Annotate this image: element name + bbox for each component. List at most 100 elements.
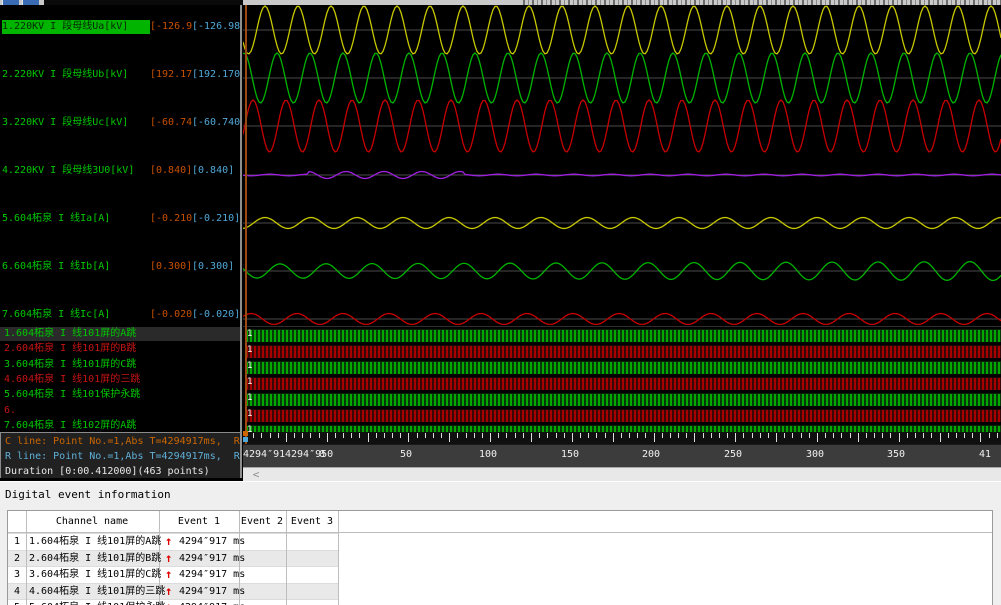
analog-channel-row[interactable]: 6.604柘泉 I 线Ib[A][0.300][0.300]	[2, 260, 242, 274]
analog-channel-row[interactable]: 7.604柘泉 I 线Ic[A][-0.020][-0.020]	[2, 308, 242, 322]
table-row[interactable]: 33.604柘泉 I 线101屏的C跳↑4294″917 ms	[8, 566, 993, 583]
digital-channel-row[interactable]: 6.	[0, 404, 242, 418]
analog-channel-row[interactable]: 5.604柘泉 I 线Ia[A][-0.210][-0.210]	[2, 212, 242, 226]
table-row[interactable]: 4 4.604柘泉 I 线101屏的三跳↑ 4294″917 ms	[8, 583, 993, 600]
ruler-tick	[376, 433, 377, 438]
digital-channel-row[interactable]: 1.604柘泉 I 线101屏的A跳	[0, 327, 242, 341]
window-top-strip	[0, 0, 1001, 5]
cursor-status-panel: C line: Point No.=1,Abs T=4294917ms, Rel…	[0, 432, 242, 478]
ruler-tick	[882, 433, 883, 438]
c-cursor-marker[interactable]	[243, 431, 248, 436]
analog-channel-label: 1.220KV I 段母线Ua[kV]	[2, 20, 150, 34]
digital-state-value: 1	[247, 345, 252, 356]
toolbar-icon-1[interactable]	[2, 0, 19, 5]
ruler-tick	[735, 433, 736, 442]
digital-channel-row[interactable]: 4.604柘泉 I 线101屏的三跳	[0, 373, 242, 387]
ruler-tick	[654, 433, 655, 442]
digital-state-value: 1	[247, 377, 252, 388]
analog-value-2: [0.840]	[192, 164, 242, 178]
ruler-tick	[645, 433, 646, 438]
waveform-display-panel[interactable]: 1111111 4294″9144294″9500501001502002503…	[243, 5, 1001, 467]
event-info-section: Digital event information Channel nameEv…	[0, 481, 1001, 605]
ruler-tick	[866, 433, 867, 438]
analog-channel-label: 4.220KV I 段母线3U0[kV]	[2, 164, 150, 178]
analog-channel-label: 2.220KV I 段母线Ub[kV]	[2, 68, 150, 82]
ruler-tick	[449, 433, 450, 442]
table-row[interactable]: 22.604柘泉 I 线101屏的B跳↑4294″917 ms	[8, 550, 993, 567]
ruler-tick	[858, 433, 859, 442]
toolbar-icon-2[interactable]	[22, 0, 39, 5]
r-line-status: R line: Point No.=1,Abs T=4294917ms, Rel…	[5, 450, 242, 463]
ruler-tick	[694, 433, 695, 442]
ruler-tick	[433, 433, 434, 438]
ruler-tick	[621, 433, 622, 438]
wave-analysis-app: 1.220KV I 段母线Ua[kV][-126.980][-126.980] 2…	[0, 0, 1001, 605]
digital-channel-row[interactable]: 2.604柘泉 I 线101屏的B跳	[0, 342, 242, 356]
analog-value-2: [0.300]	[192, 260, 242, 274]
event-rising-arrow-icon: ↑	[165, 533, 172, 549]
analog-digital-separator	[243, 326, 1001, 327]
ruler-tick	[833, 433, 834, 438]
analog-channel-label: 5.604柘泉 I 线Ia[A]	[2, 212, 150, 226]
table-cell-event1-time: 4294″917 ms	[179, 584, 245, 600]
analog-value-1: [-60.740]	[150, 116, 192, 130]
table-cell-channel-name: 4.604柘泉 I 线101屏的三跳	[29, 584, 165, 600]
cursor-line[interactable]	[245, 5, 247, 444]
r-cursor-marker[interactable]	[243, 437, 248, 442]
ruler-tick	[572, 433, 573, 442]
ruler-tick	[923, 433, 924, 438]
table-row[interactable]: 11.604柘泉 I 线101屏的A跳↑4294″917 ms	[8, 533, 993, 550]
table-cell-rownum: 1	[14, 534, 20, 550]
analog-waveforms	[243, 5, 1001, 325]
digital-state-bar: 1	[246, 361, 1001, 374]
event-section-title: Digital event information	[5, 488, 171, 501]
ruler-tick	[523, 433, 524, 438]
table-cell-rownum: 4	[14, 584, 20, 600]
analog-channel-row[interactable]: 3.220KV I 段母线Uc[kV][-60.740][-60.740]	[2, 116, 242, 130]
table-row[interactable]: 55.604柘泉 I 线101保护永跳↑4294″917 ms	[8, 599, 993, 605]
time-axis-label: 100	[479, 449, 497, 460]
analog-value-2: [-0.210]	[192, 212, 242, 226]
ruler-tick	[670, 433, 671, 438]
ruler-tick	[678, 433, 679, 438]
ruler-tick	[719, 433, 720, 438]
digital-channel-row[interactable]: 7.604柘泉 I 线102屏的A跳	[0, 419, 242, 433]
ruler-tick	[286, 433, 287, 442]
c-line-status: C line: Point No.=1,Abs T=4294917ms, Rel…	[5, 435, 242, 448]
ruler-tick	[359, 433, 360, 438]
time-axis-label: 4294″950	[285, 449, 333, 460]
digital-channel-row[interactable]: 5.604柘泉 I 线101保护永跳	[0, 388, 242, 402]
ruler-tick	[302, 433, 303, 438]
ruler-tick	[596, 433, 597, 438]
ruler-tick	[310, 433, 311, 438]
ruler-tick	[335, 433, 336, 438]
digital-state-bar: 1	[246, 345, 1001, 358]
top-strip-gap	[44, 0, 243, 5]
ruler-tick	[972, 433, 973, 438]
ruler-tick	[343, 433, 344, 438]
analog-channel-label: 6.604柘泉 I 线Ib[A]	[2, 260, 150, 274]
table-header-channel-name: Channel name	[56, 516, 128, 527]
ruler-tick	[850, 433, 851, 438]
ruler-tick	[613, 433, 614, 442]
time-ruler	[243, 432, 1001, 444]
duration-status: Duration [0:00.412000](463 points)	[5, 465, 242, 478]
ruler-tick	[841, 433, 842, 438]
ruler-tick	[605, 433, 606, 438]
digital-state-bar: 1	[246, 393, 1001, 406]
ruler-tick	[915, 433, 916, 438]
ruler-tick	[294, 433, 295, 438]
analog-channel-row[interactable]: 4.220KV I 段母线3U0[kV][0.840][0.840]	[2, 164, 242, 178]
analog-channel-row[interactable]: 2.220KV I 段母线Ub[kV][192.170][192.170]	[2, 68, 242, 82]
digital-channel-row[interactable]: 3.604柘泉 I 线101屏的C跳	[0, 358, 242, 372]
ruler-tick	[270, 433, 271, 438]
digital-state-value: 1	[247, 409, 252, 420]
table-cell-channel-name: 3.604柘泉 I 线101屏的C跳	[29, 567, 161, 583]
table-cell-channel-name: 5.604柘泉 I 线101保护永跳	[29, 600, 165, 605]
ruler-tick	[556, 433, 557, 438]
event-rising-arrow-icon: ↑	[165, 583, 172, 599]
digital-state-bar: 1	[246, 409, 1001, 422]
scroll-left-button[interactable]: <	[249, 468, 263, 481]
time-axis-label: 150	[561, 449, 579, 460]
analog-channel-row[interactable]: 1.220KV I 段母线Ua[kV][-126.980][-126.980]	[2, 20, 242, 34]
